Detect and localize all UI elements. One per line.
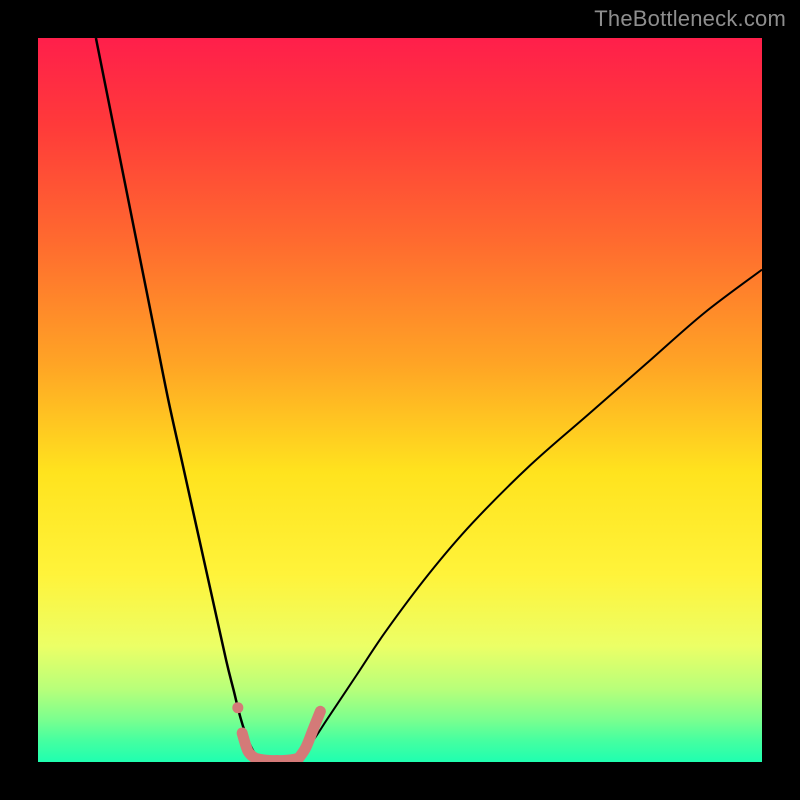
series-bottom-left-thick xyxy=(242,733,255,758)
series-flat-bottom xyxy=(255,758,298,760)
chart-curves xyxy=(38,38,762,762)
chart-frame: TheBottleneck.com xyxy=(0,0,800,800)
series-left-branch xyxy=(96,38,255,755)
plot-area xyxy=(38,38,762,762)
marker-left-dot xyxy=(232,702,243,713)
watermark-text: TheBottleneck.com xyxy=(594,6,786,32)
series-right-branch xyxy=(299,270,762,755)
